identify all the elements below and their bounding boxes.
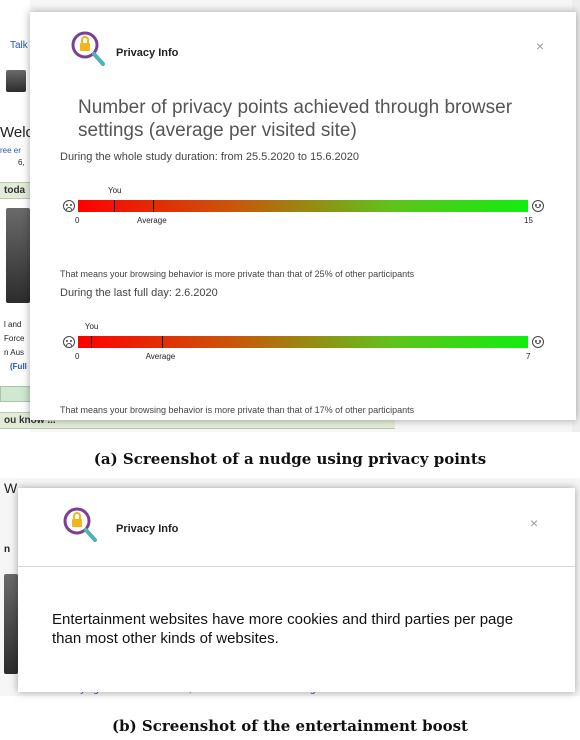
study-duration-label: During the whole study duration: from 25…: [60, 151, 360, 163]
privacy-scale-study: You 0 Average 15: [60, 184, 560, 225]
privacy-info-modal: Privacy Info × Entertainment websites ha…: [18, 488, 575, 692]
happy-face-icon: [532, 336, 544, 348]
average-label: Average: [137, 216, 167, 225]
scale-max-label: 7: [526, 352, 531, 361]
talk-tab[interactable]: Talk: [10, 40, 28, 51]
average-label: Average: [145, 352, 176, 361]
average-marker: [153, 200, 154, 212]
background-portrait: [4, 574, 18, 674]
modal-divider: [18, 566, 575, 567]
you-marker: [90, 336, 92, 348]
close-icon[interactable]: ×: [536, 38, 544, 54]
you-label: You: [108, 186, 122, 195]
entertainment-boost-message: Entertainment websites have more cookies…: [52, 611, 514, 647]
sad-face-icon: [63, 336, 75, 348]
happy-face-icon: [532, 200, 544, 212]
privacy-gradient-bar: [78, 336, 528, 348]
scale-min-label: 0: [75, 216, 80, 225]
caption-a: (a) Screenshot of a nudge using privacy …: [93, 450, 487, 468]
scale-max-label: 15: [524, 216, 533, 225]
modal-title: Privacy Info: [116, 523, 179, 535]
percentile-note-last-day: That means your browsing behavior is mor…: [60, 405, 415, 415]
privacy-gradient-bar: [78, 200, 528, 212]
percentile-note-study: That means your browsing behavior is mor…: [60, 269, 415, 279]
you-marker: [114, 200, 115, 212]
background-portrait: [6, 208, 30, 303]
modal-title: Privacy Info: [116, 47, 179, 59]
last-day-label: During the last full day: 2.6.2020: [60, 287, 218, 299]
scale-min-label: 0: [75, 352, 80, 361]
sad-face-icon: [63, 200, 75, 212]
privacy-lens-icon: [71, 31, 105, 66]
caption-b: (b) Screenshot of the entertainment boos…: [112, 717, 468, 735]
background-welcome: Welc: [0, 124, 34, 141]
close-icon[interactable]: ×: [530, 515, 538, 531]
privacy-info-modal: Privacy Info × Number of privacy points …: [30, 12, 576, 420]
privacy-points-heading: Number of privacy points achieved throug…: [78, 97, 513, 141]
privacy-scale-last-day: You 0 Average 7: [60, 318, 560, 361]
background-thumbnail: [6, 70, 26, 92]
you-label: You: [84, 322, 99, 331]
average-marker: [161, 336, 163, 348]
background-section-header: toda: [0, 182, 30, 199]
privacy-lens-icon: [63, 507, 97, 542]
